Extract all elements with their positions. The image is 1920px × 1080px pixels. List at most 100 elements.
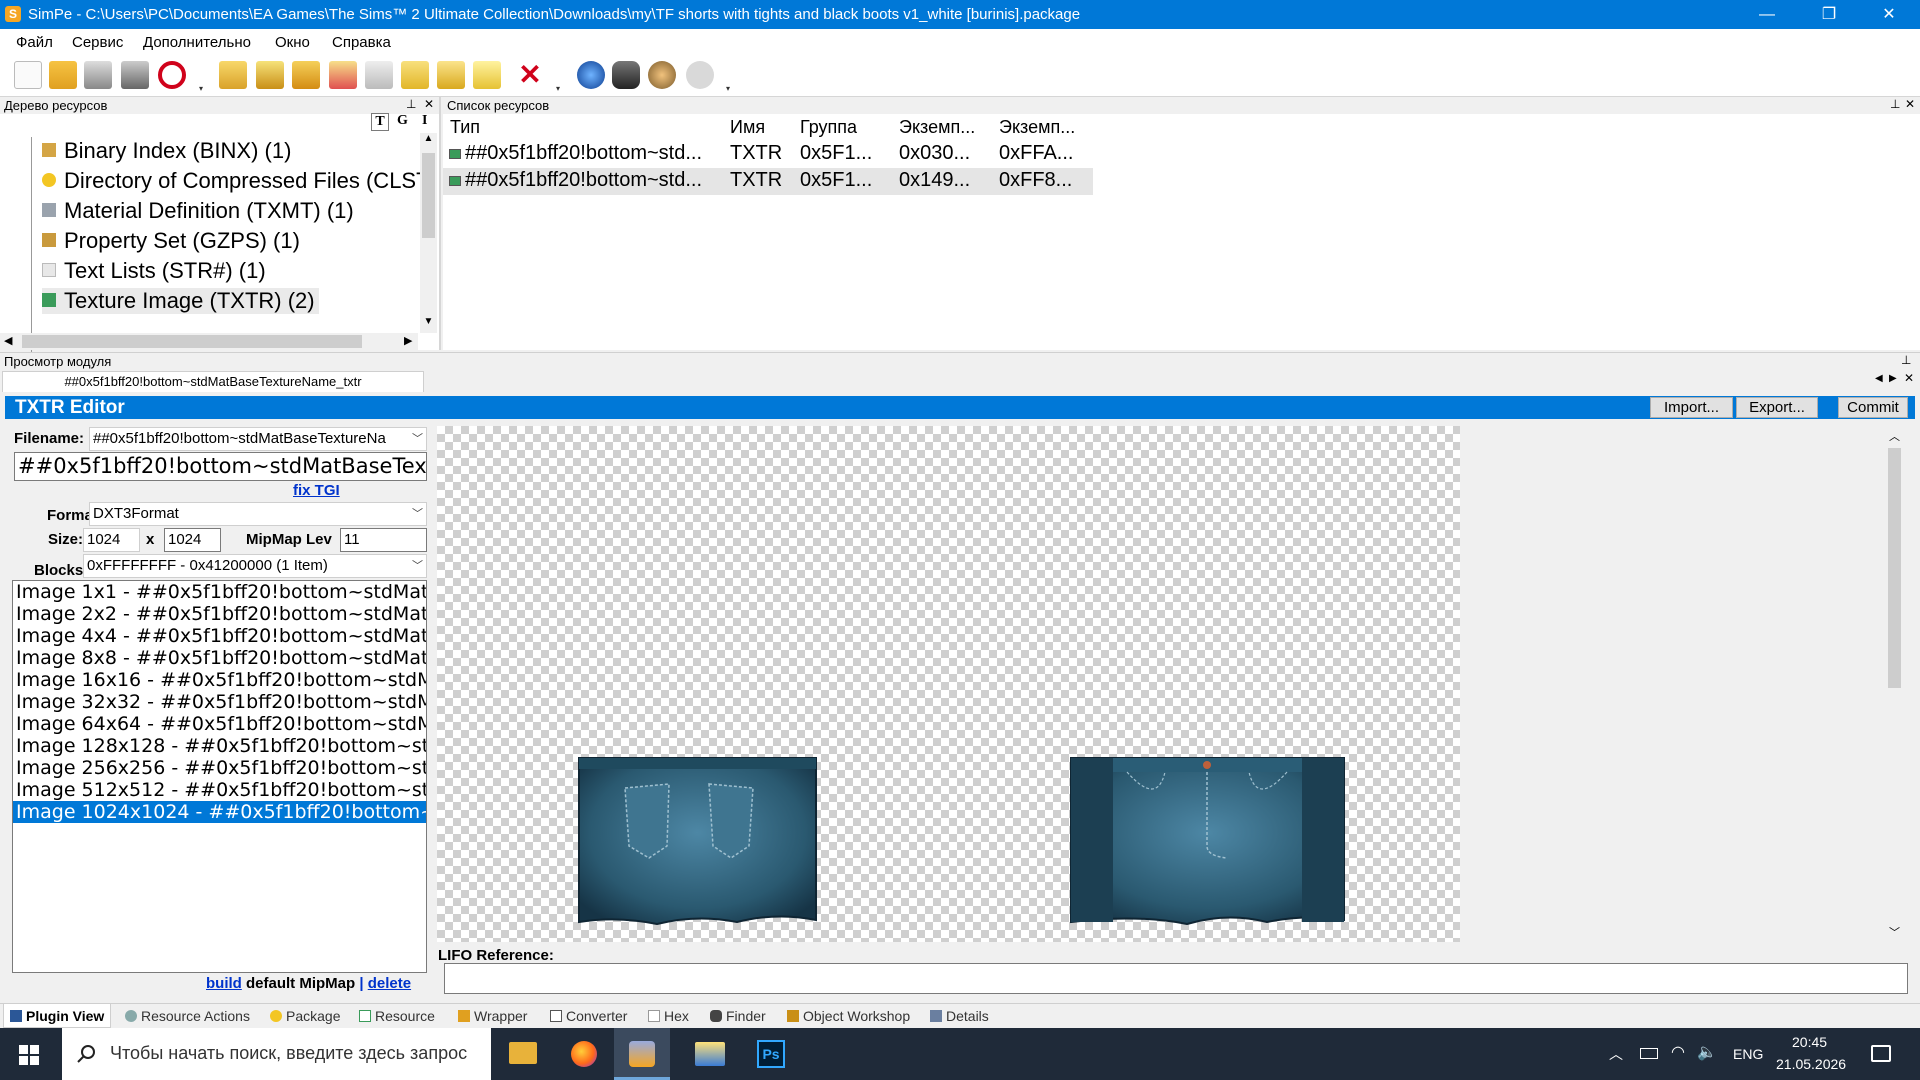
tab-details[interactable]: Details xyxy=(930,1008,989,1024)
import-button[interactable]: Import... xyxy=(1650,397,1733,418)
notifications-icon[interactable] xyxy=(1871,1045,1891,1062)
list-item[interactable]: Image 4x4 - ##0x5f1bff20!bottom~stdMatBa xyxy=(16,625,426,647)
globe-icon[interactable] xyxy=(577,61,605,89)
note-icon[interactable] xyxy=(401,61,429,89)
list-item[interactable]: Image 32x32 - ##0x5f1bff20!bottom~stdMat xyxy=(16,691,426,713)
wifi-icon[interactable]: ◠ xyxy=(1671,1042,1685,1062)
tree-vscrollbar[interactable]: ▲ ▼ xyxy=(420,133,437,333)
pin-icon[interactable]: ⊥ xyxy=(1901,353,1911,367)
commit-button[interactable]: Commit xyxy=(1838,397,1908,418)
lifo-reference-input[interactable] xyxy=(444,963,1908,994)
list-item[interactable]: Image 512x512 - ##0x5f1bff20!bottom~stdM xyxy=(16,779,426,801)
tab-hex[interactable]: Hex xyxy=(648,1008,689,1024)
tree-item-txmt[interactable]: Material Definition (TXMT) (1) xyxy=(42,198,354,224)
scroll-down-icon[interactable]: ▼ xyxy=(420,316,437,333)
menu-help[interactable]: Справка xyxy=(332,34,391,51)
save-as-icon[interactable] xyxy=(121,61,149,89)
list-item[interactable]: Image 64x64 - ##0x5f1bff20!bottom~stdMat xyxy=(16,713,426,735)
list-item[interactable]: Image 8x8 - ##0x5f1bff20!bottom~stdMatBa xyxy=(16,647,426,669)
panel-close-icon[interactable]: ✕ xyxy=(424,97,434,111)
toggle-i-button[interactable]: I xyxy=(422,113,427,129)
toolbar-dropdown-2-icon[interactable]: ▾ xyxy=(556,85,563,93)
toggle-g-button[interactable]: G xyxy=(397,113,408,129)
width-input[interactable]: 1024 xyxy=(83,528,140,552)
minimize-button[interactable]: — xyxy=(1744,0,1790,29)
mipmap-level-input[interactable]: 11 xyxy=(340,528,427,552)
tab-close-icon[interactable]: ✕ xyxy=(1904,371,1914,385)
app-taskbar-icon[interactable] xyxy=(695,1042,725,1066)
windows-start-icon[interactable] xyxy=(19,1045,39,1065)
clock-time[interactable]: 20:45 xyxy=(1792,1034,1827,1050)
height-input[interactable]: 1024 xyxy=(164,528,221,552)
close-button[interactable]: ✕ xyxy=(1866,0,1912,29)
sticky-note-icon[interactable] xyxy=(473,61,501,89)
export-button[interactable]: Export... xyxy=(1736,397,1818,418)
open-file-icon[interactable] xyxy=(49,61,77,89)
menu-extra[interactable]: Дополнительно xyxy=(143,34,251,51)
tab-resource-actions[interactable]: Resource Actions xyxy=(125,1008,250,1024)
volume-icon[interactable]: 🔈 xyxy=(1697,1042,1717,1062)
preview-vscroll-thumb[interactable] xyxy=(1888,448,1901,688)
tree-item-txtr[interactable]: Texture Image (TXTR) (2) xyxy=(42,288,319,314)
refresh-icon[interactable] xyxy=(292,61,320,89)
list-item-selected[interactable]: Image 1024x1024 - ##0x5f1bff20!bottom~st xyxy=(13,801,426,823)
tab-finder[interactable]: Finder xyxy=(710,1008,766,1024)
cross-icon[interactable]: ✕ xyxy=(516,61,544,89)
table-row[interactable]: ##0x5f1bff20!bottom~std... TXTR 0x5F1...… xyxy=(443,168,1093,195)
file-explorer-icon[interactable] xyxy=(509,1042,537,1064)
battery-icon[interactable] xyxy=(1640,1048,1658,1059)
firefox-icon[interactable] xyxy=(571,1041,597,1067)
panel-close-icon[interactable]: ✕ xyxy=(1905,97,1915,111)
tab-wrapper[interactable]: Wrapper xyxy=(458,1008,527,1024)
sims-icon[interactable] xyxy=(648,61,676,89)
pin-icon[interactable]: ⊥ xyxy=(406,97,416,111)
tree-item-clst[interactable]: Directory of Compressed Files (CLST) xyxy=(42,168,437,194)
scroll-up-icon[interactable]: ︿ xyxy=(1889,428,1900,444)
filename-select[interactable]: ##0x5f1bff20!bottom~stdMatBaseTextureNa ﹀ xyxy=(89,427,427,451)
list-item[interactable]: Image 16x16 - ##0x5f1bff20!bottom~stdMat xyxy=(16,669,426,691)
filename-input[interactable]: ##0x5f1bff20!bottom~stdMatBaseTextu xyxy=(14,452,427,481)
table-row[interactable]: ##0x5f1bff20!bottom~std... TXTR 0x5F1...… xyxy=(443,142,1093,168)
tray-chevron-icon[interactable]: ︿ xyxy=(1609,1044,1623,1064)
tree-hscrollbar[interactable]: ◀ ▶ xyxy=(0,333,418,350)
language-indicator[interactable]: ENG xyxy=(1733,1046,1763,1062)
preview-vscrollbar[interactable]: ︿ ﹀ xyxy=(1886,426,1903,942)
taskbar-active-app[interactable] xyxy=(614,1028,670,1080)
tree-item-gzps[interactable]: Property Set (GZPS) (1) xyxy=(42,228,300,254)
folder-save-icon[interactable] xyxy=(256,61,284,89)
folder-open-icon[interactable] xyxy=(219,61,247,89)
tab-converter[interactable]: Converter xyxy=(550,1008,627,1024)
photoshop-icon[interactable]: Ps xyxy=(757,1040,785,1068)
format-select[interactable]: DXT3Format ﹀ xyxy=(89,502,427,526)
texture-preview[interactable] xyxy=(437,426,1460,942)
mipmap-list[interactable]: Image 1x1 - ##0x5f1bff20!bottom~stdMatBa… xyxy=(12,580,427,973)
col-type[interactable]: Тип xyxy=(450,117,480,138)
list-item[interactable]: Image 128x128 - ##0x5f1bff20!bottom~stdM xyxy=(16,735,426,757)
list-item[interactable]: Image 256x256 - ##0x5f1bff20!bottom~stdM xyxy=(16,757,426,779)
tab-object-workshop[interactable]: Object Workshop xyxy=(787,1008,910,1024)
maximize-button[interactable]: ❐ xyxy=(1806,0,1852,29)
list-item[interactable]: Image 2x2 - ##0x5f1bff20!bottom~stdMatBa xyxy=(16,603,426,625)
tab-next-icon[interactable]: ▶ xyxy=(1889,373,1897,384)
delete-link[interactable]: delete xyxy=(368,975,411,992)
scroll-left-icon[interactable]: ◀ xyxy=(4,334,12,347)
list-icon[interactable] xyxy=(437,61,465,89)
toolbar-dropdown-icon[interactable]: ▾ xyxy=(199,85,206,93)
new-file-icon[interactable] xyxy=(14,61,42,89)
binoculars-icon[interactable] xyxy=(612,61,640,89)
list-item[interactable]: Image 1x1 - ##0x5f1bff20!bottom~stdMatBa xyxy=(16,581,426,603)
save-drive-icon[interactable] xyxy=(84,61,112,89)
comment-icon[interactable] xyxy=(365,61,393,89)
tree-hscroll-thumb[interactable] xyxy=(22,335,362,348)
scroll-up-icon[interactable]: ▲ xyxy=(420,133,437,150)
toggle-t-button[interactable]: T xyxy=(371,113,389,131)
taskbar-search[interactable]: Чтобы начать поиск, введите здесь запрос xyxy=(62,1028,491,1080)
fix-tgi-link[interactable]: fix TGI xyxy=(293,482,340,499)
menu-service[interactable]: Сервис xyxy=(72,34,123,51)
clock-date[interactable]: 21.05.2026 xyxy=(1776,1056,1846,1072)
tree-vscroll-thumb[interactable] xyxy=(422,153,435,238)
col-instance[interactable]: Экземп... xyxy=(899,117,975,138)
delete-resource-icon[interactable] xyxy=(329,61,357,89)
tab-package[interactable]: Package xyxy=(270,1008,340,1024)
menu-file[interactable]: Файл xyxy=(16,34,53,51)
